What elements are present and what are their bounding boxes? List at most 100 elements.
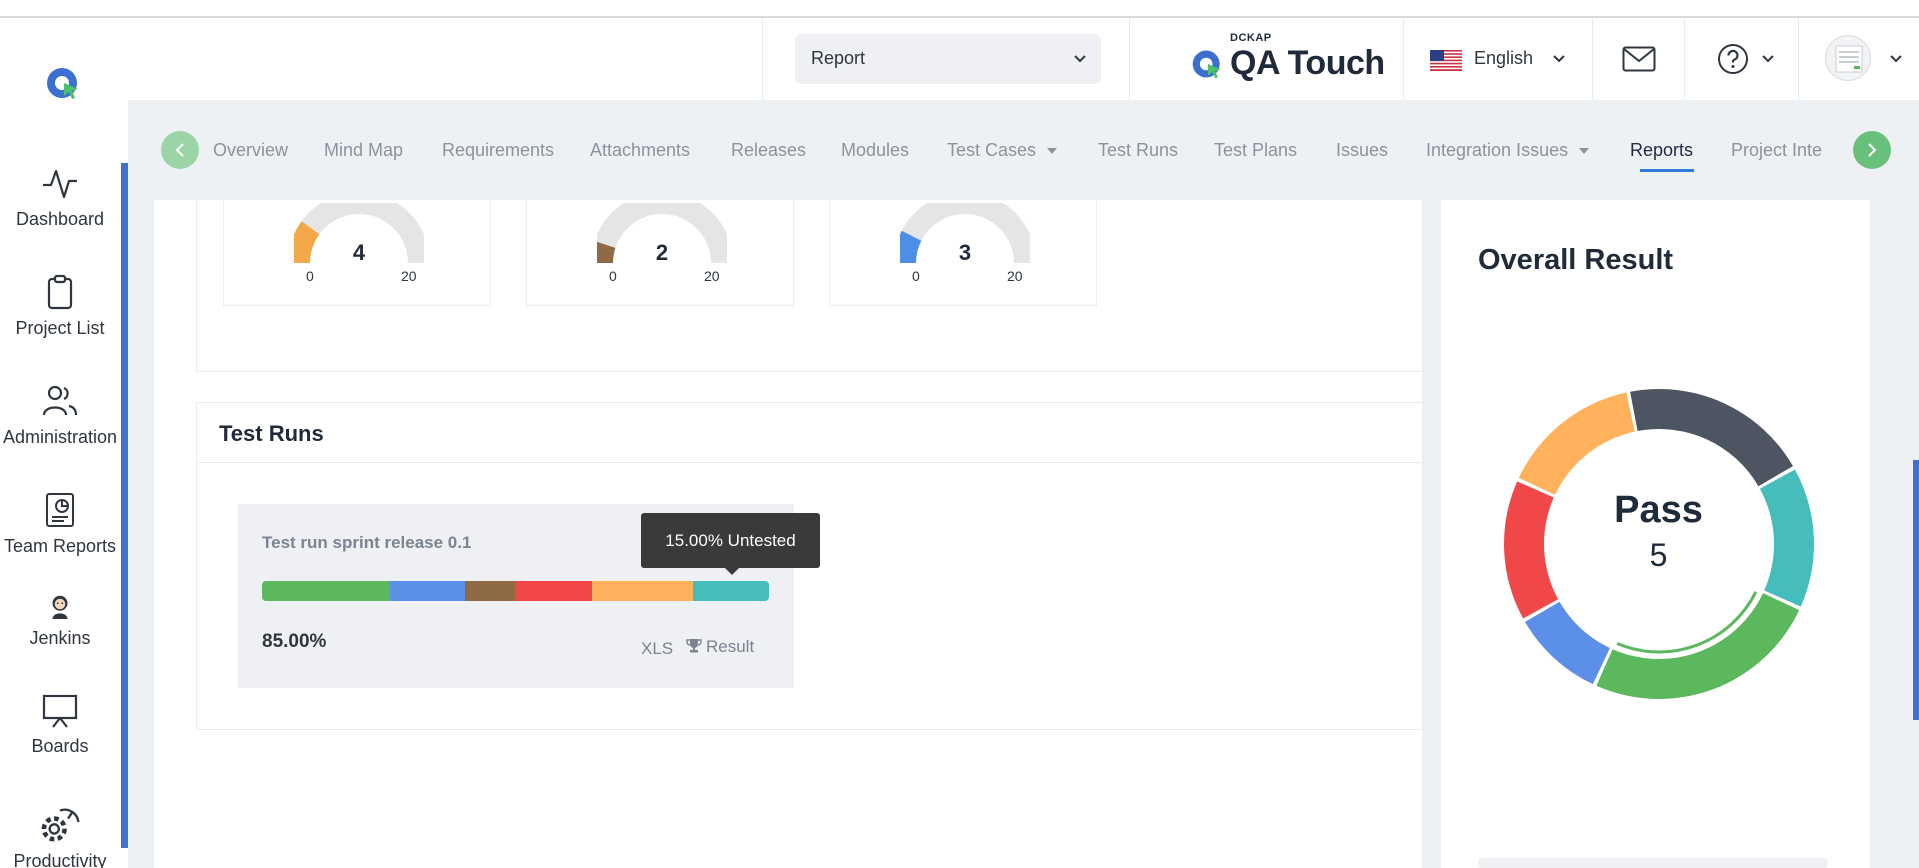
tab-test-plans[interactable]: Test Plans: [1214, 140, 1297, 161]
gauge-value: 4: [352, 240, 366, 265]
tab-attachments[interactable]: Attachments: [590, 140, 690, 161]
sidebar-item-boards[interactable]: Boards: [0, 690, 120, 757]
language-select[interactable]: English: [1403, 18, 1593, 100]
progress-segment: [464, 581, 516, 601]
sidebar-item-team-reports[interactable]: Team Reports: [0, 490, 120, 557]
tab-modules[interactable]: Modules: [841, 140, 909, 161]
gauge-card: 2 0 20: [526, 200, 794, 306]
brand-name: QA Touch: [1230, 44, 1385, 82]
sidebar-item-project-list[interactable]: Project List: [0, 272, 120, 339]
sidebar-item-label: Boards: [31, 736, 89, 756]
progress-tooltip: 15.00% Untested: [641, 513, 820, 575]
progress-segment: [692, 581, 769, 601]
tabs-scroll-left-button[interactable]: [161, 131, 199, 169]
tab-requirements[interactable]: Requirements: [442, 140, 554, 161]
gauge-max: 20: [1007, 268, 1023, 284]
report-select-value: Report: [811, 48, 866, 68]
top-header: Report DCKAP QA Touch English: [128, 18, 1919, 100]
donut-center-count: 5: [1649, 537, 1668, 573]
gauge-fill: [597, 241, 616, 264]
activity-icon: [43, 169, 77, 199]
chevron-down-icon: [1553, 55, 1565, 63]
help-button[interactable]: [1685, 18, 1799, 100]
mail-button[interactable]: [1593, 18, 1685, 100]
donut-center-label: Pass: [1614, 489, 1703, 531]
donut-slice[interactable]: [1630, 389, 1793, 487]
tab-releases[interactable]: Releases: [731, 140, 806, 161]
gear-gauge-icon: [41, 808, 80, 842]
sidebar-item-dashboard[interactable]: Dashboard: [0, 163, 120, 230]
progress-segment: [388, 581, 465, 601]
result-label: Result: [706, 637, 755, 656]
test-run-card[interactable]: Test run sprint release 0.1 85.00% XLS R…: [238, 504, 820, 688]
chevron-left-icon: [175, 143, 184, 157]
chevron-down-icon: [1890, 55, 1902, 63]
gauge-fill: [294, 221, 320, 264]
gauge-min: 0: [306, 268, 314, 284]
avatar: [1825, 35, 1871, 81]
tab-test-runs[interactable]: Test Runs: [1098, 140, 1178, 161]
test-runs-title: Test Runs: [219, 421, 324, 446]
sidebar-item-label: Team Reports: [3, 536, 117, 556]
gauge-max: 20: [704, 268, 720, 284]
user-menu[interactable]: [1799, 18, 1919, 100]
tab-issues[interactable]: Issues: [1336, 140, 1388, 161]
trophy-icon: [686, 639, 702, 653]
report-select[interactable]: Report: [795, 34, 1101, 84]
sidebar-scrollbar[interactable]: [121, 163, 128, 848]
active-tab-indicator: [1640, 169, 1694, 172]
report-select-container: Report: [762, 18, 1130, 100]
gauge-card: 3 0 20: [829, 200, 1097, 306]
chevron-down-icon: [1074, 55, 1086, 63]
chevron-down-icon: [1762, 55, 1774, 63]
test-run-percent: 85.00%: [262, 631, 327, 652]
us-flag-icon: [1430, 50, 1462, 71]
page-scrollbar[interactable]: [1913, 460, 1919, 720]
overall-result-title: Overall Result: [1478, 244, 1674, 276]
xls-export-link[interactable]: XLS: [641, 639, 673, 659]
progress-segment: [515, 581, 592, 601]
caret-down-icon: [1579, 148, 1590, 155]
language-label: English: [1474, 48, 1534, 68]
left-panel: 4 0 20 2 0 20 3 0 20 Test Runs Test run …: [154, 200, 1424, 868]
donut-slice[interactable]: [1525, 601, 1610, 685]
tab-project-integrations[interactable]: Project Inte: [1731, 140, 1822, 161]
gauges-section: 4 0 20 2 0 20 3 0 20: [196, 200, 1424, 372]
test-run-progress-bar[interactable]: [262, 581, 769, 601]
mail-icon: [1622, 46, 1656, 72]
gauge-value: 2: [655, 240, 669, 265]
help-icon: [1718, 44, 1748, 74]
sidebar-item-jenkins[interactable]: Jenkins: [0, 592, 120, 649]
sidebar-item-label: Jenkins: [29, 628, 91, 648]
sidebar: Dashboard Project List Administration Te…: [0, 18, 128, 868]
chevron-right-icon: [1868, 143, 1877, 157]
qatouch-logo-icon[interactable]: [44, 63, 84, 103]
progress-segment: [591, 581, 693, 601]
sidebar-item-label: Administration: [2, 427, 118, 447]
gauge-max: 20: [401, 268, 417, 284]
sidebar-item-productivity[interactable]: Productivity: [0, 799, 120, 868]
gauge-min: 0: [912, 268, 920, 284]
tab-test-cases[interactable]: Test Cases: [947, 140, 1058, 161]
sidebar-item-administration[interactable]: Administration: [0, 381, 120, 448]
test-runs-section: Test Runs Test run sprint release 0.1 85…: [196, 402, 1424, 730]
donut-slice[interactable]: [1518, 392, 1635, 495]
sidebar-item-label: Project List: [15, 318, 105, 338]
tab-mind-map[interactable]: Mind Map: [324, 140, 403, 161]
panel-footer-box: [1478, 858, 1828, 868]
avatar-image-icon: [1835, 45, 1863, 73]
gauge-card: 4 0 20: [223, 200, 491, 306]
progress-segment: [262, 581, 389, 601]
result-link[interactable]: Result: [686, 637, 754, 657]
test-run-name: Test run sprint release 0.1: [262, 533, 472, 552]
gauge-min: 0: [609, 268, 617, 284]
tab-integration-issues[interactable]: Integration Issues: [1426, 140, 1590, 161]
brand-logo: DCKAP QA Touch: [1188, 32, 1388, 92]
project-tabs: Overview Mind Map Requirements Attachmen…: [128, 100, 1919, 200]
jenkins-icon: [52, 595, 68, 619]
brand-small-text: DCKAP: [1230, 32, 1272, 44]
tab-overview[interactable]: Overview: [213, 140, 288, 161]
report-icon: [46, 493, 74, 527]
tab-reports[interactable]: Reports: [1630, 140, 1693, 161]
tabs-scroll-right-button[interactable]: [1853, 131, 1891, 169]
